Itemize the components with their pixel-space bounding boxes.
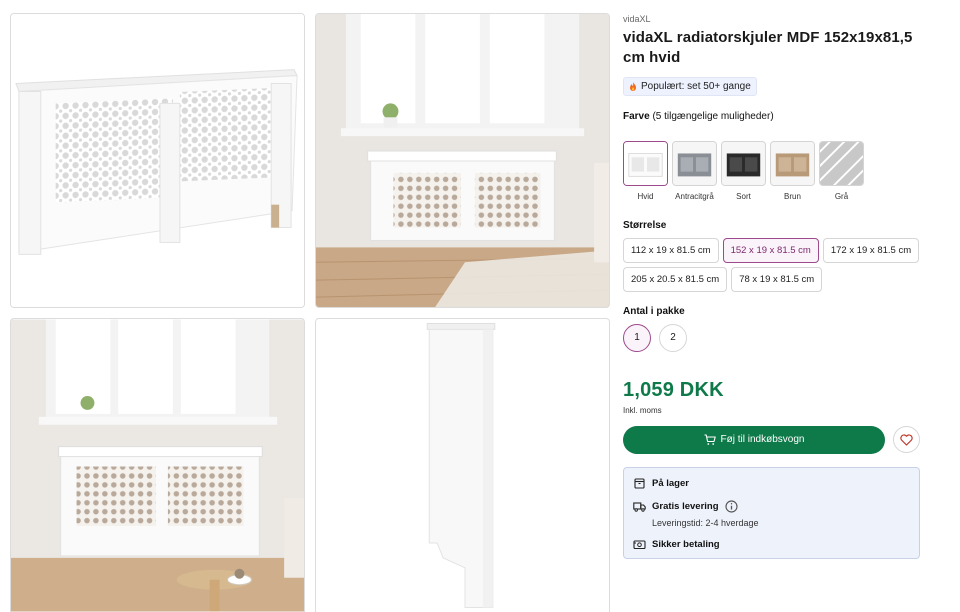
swatch-hvid-image — [623, 140, 668, 186]
swatch-sort[interactable]: Sort — [721, 140, 766, 203]
box-icon — [634, 477, 645, 489]
flame-icon — [630, 81, 636, 91]
delivery-info-box: På lager Gratis levering Leveringstid: 2… — [623, 466, 920, 559]
swatch-antracitgra-image — [672, 140, 717, 186]
free-delivery-text: Gratis levering — [652, 500, 719, 512]
quantity-option-2[interactable]: 2 — [659, 323, 687, 352]
info-icon[interactable] — [724, 499, 738, 513]
secure-payment-icon — [633, 539, 646, 549]
product-title: vidaXL radiatorskjuler MDF 152x19x81,5 c… — [623, 29, 913, 66]
delivery-time: Leveringstid: 2-4 hverdage — [652, 517, 759, 528]
swatch-brun[interactable]: Brun — [770, 140, 815, 203]
swatch-gra-label: Grå — [834, 191, 849, 201]
size-option-112[interactable]: 112 x 19 x 81.5 cm — [623, 237, 719, 263]
secure-payment-text: Sikker betaling — [652, 538, 720, 550]
quantity-label: Antal i pakke — [623, 305, 685, 317]
radiator-cover-side-illustration — [316, 319, 609, 612]
swatch-brun-image — [770, 140, 815, 186]
swatch-sort-image — [721, 140, 766, 186]
color-swatches: Hvid Antracitgrå Sort Brun Grå — [623, 140, 923, 203]
price: 1,059 DKK — [623, 378, 724, 401]
free-delivery: Gratis levering — [633, 499, 910, 513]
room-table-scene-illustration — [11, 319, 304, 612]
swatch-sort-label: Sort — [736, 191, 751, 201]
color-label: Farve (5 tilgængelige muligheder) — [623, 111, 923, 122]
swatch-gra[interactable]: Grå — [819, 140, 864, 203]
size-options: 112 x 19 x 81.5 cm 152 x 19 x 81.5 cm 17… — [623, 237, 923, 292]
size-option-152[interactable]: 152 x 19 x 81.5 cm — [722, 237, 819, 263]
product-gallery — [10, 13, 610, 612]
size-label: Størrelse — [623, 219, 667, 231]
add-to-cart-label: Føj til indkøbsvogn — [720, 434, 805, 445]
secure-payment: Sikker betaling — [633, 538, 910, 551]
size-option-78[interactable]: 78 x 19 x 81.5 cm — [731, 266, 823, 292]
swatch-antracitgra-label: Antracitgrå — [675, 191, 714, 201]
color-label-text: Farve — [623, 110, 650, 122]
add-to-cart-button[interactable]: Føj til indkøbsvogn — [623, 425, 885, 454]
size-option-172[interactable]: 172 x 19 x 81.5 cm — [822, 237, 920, 263]
brand-name[interactable]: vidaXL — [623, 14, 923, 24]
swatch-hvid[interactable]: Hvid — [623, 140, 668, 203]
size-option-205[interactable]: 205 x 20.5 x 81.5 cm — [623, 266, 728, 292]
product-image-side[interactable] — [315, 318, 610, 612]
radiator-cover-front-illustration — [11, 14, 304, 307]
color-options-note: (5 tilgængelige muligheder) — [652, 110, 774, 122]
swatch-brun-label: Brun — [784, 191, 801, 201]
swatch-antracitgra[interactable]: Antracitgrå — [672, 140, 717, 203]
popularity-badge: Populært: set 50+ gange — [623, 77, 757, 96]
product-image-room[interactable] — [315, 13, 610, 308]
wishlist-button[interactable] — [893, 426, 920, 453]
vat-note: Inkl. moms — [623, 405, 662, 415]
product-image-front[interactable] — [10, 13, 305, 308]
truck-icon — [633, 501, 646, 512]
heart-icon — [900, 433, 913, 446]
product-image-room-table[interactable] — [10, 318, 305, 612]
room-scene-illustration — [316, 14, 609, 307]
stock-text: På lager — [652, 477, 689, 489]
swatch-hvid-label: Hvid — [637, 191, 654, 201]
quantity-option-1[interactable]: 1 — [623, 323, 651, 352]
popularity-text: Populært: set 50+ gange — [641, 81, 751, 92]
swatch-gra-image — [819, 140, 864, 186]
buy-actions: Føj til indkøbsvogn — [623, 425, 923, 454]
stock-status: På lager — [633, 477, 910, 490]
product-info-panel: vidaXL vidaXL radiatorskjuler MDF 152x19… — [623, 13, 923, 559]
quantity-options: 1 2 — [623, 323, 923, 352]
cart-icon — [704, 433, 716, 445]
